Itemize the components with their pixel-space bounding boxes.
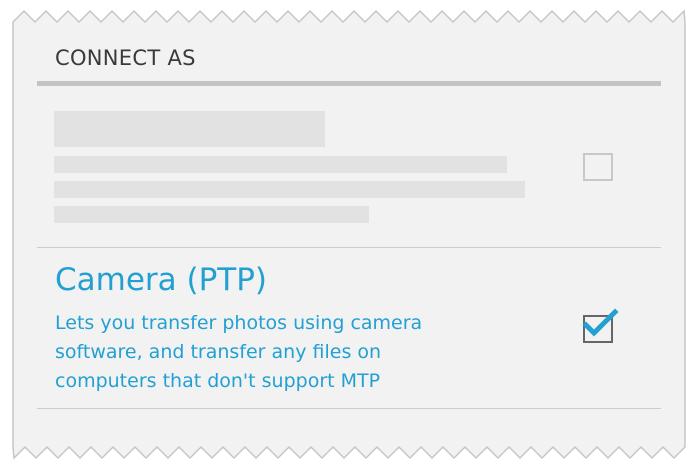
- option-description-line: Lets you transfer photos using camera: [55, 312, 423, 334]
- mtp-checkbox[interactable]: [583, 153, 613, 181]
- placeholder-line-3: [54, 206, 369, 223]
- connect-as-dialog: CONNECT AS Camera (PTP) Lets you transfe…: [14, 0, 685, 471]
- option-description-line: computers that don't support MTP: [55, 370, 381, 392]
- header-divider: [37, 81, 661, 86]
- option-title: Camera (PTP): [55, 262, 268, 298]
- placeholder-line-2: [54, 181, 525, 198]
- bottom-divider: [37, 408, 661, 409]
- placeholder-line-1: [54, 156, 507, 173]
- ptp-checkbox[interactable]: [582, 308, 619, 343]
- option-description: Lets you transfer photos using camera so…: [55, 309, 495, 396]
- checkmark-icon: [582, 308, 619, 337]
- option-description-line: software, and transfer any files on: [55, 341, 382, 363]
- option-divider: [37, 247, 661, 248]
- dialog-title: CONNECT AS: [55, 46, 196, 70]
- placeholder-title-bar: [54, 111, 325, 147]
